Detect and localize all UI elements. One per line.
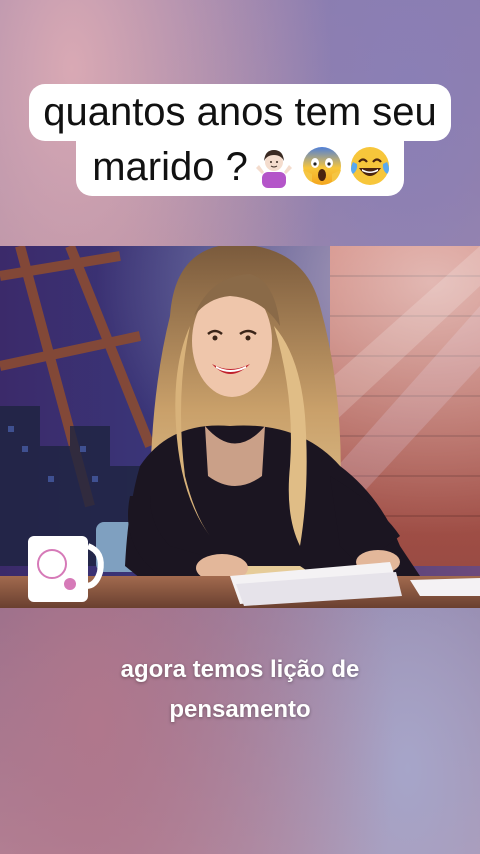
face-screaming-in-fear-icon bbox=[300, 144, 344, 188]
video-frame[interactable] bbox=[0, 246, 480, 608]
video-scene bbox=[0, 246, 480, 608]
face-with-tears-of-joy-icon bbox=[348, 144, 392, 188]
caption-line-2-container: marido ? bbox=[76, 139, 404, 196]
subtitle-line-1: agora temos lição de bbox=[120, 656, 360, 683]
caption-line-2: marido ? bbox=[92, 145, 248, 189]
caption-line-1: quantos anos tem seu bbox=[29, 84, 451, 141]
subtitle-line-2: pensamento bbox=[169, 696, 311, 723]
caption-bubble: quantos anos tem seu marido ? bbox=[0, 84, 480, 196]
person-shrugging-icon bbox=[252, 144, 296, 188]
subtitle: agora temos lição de pensamento bbox=[0, 650, 480, 730]
